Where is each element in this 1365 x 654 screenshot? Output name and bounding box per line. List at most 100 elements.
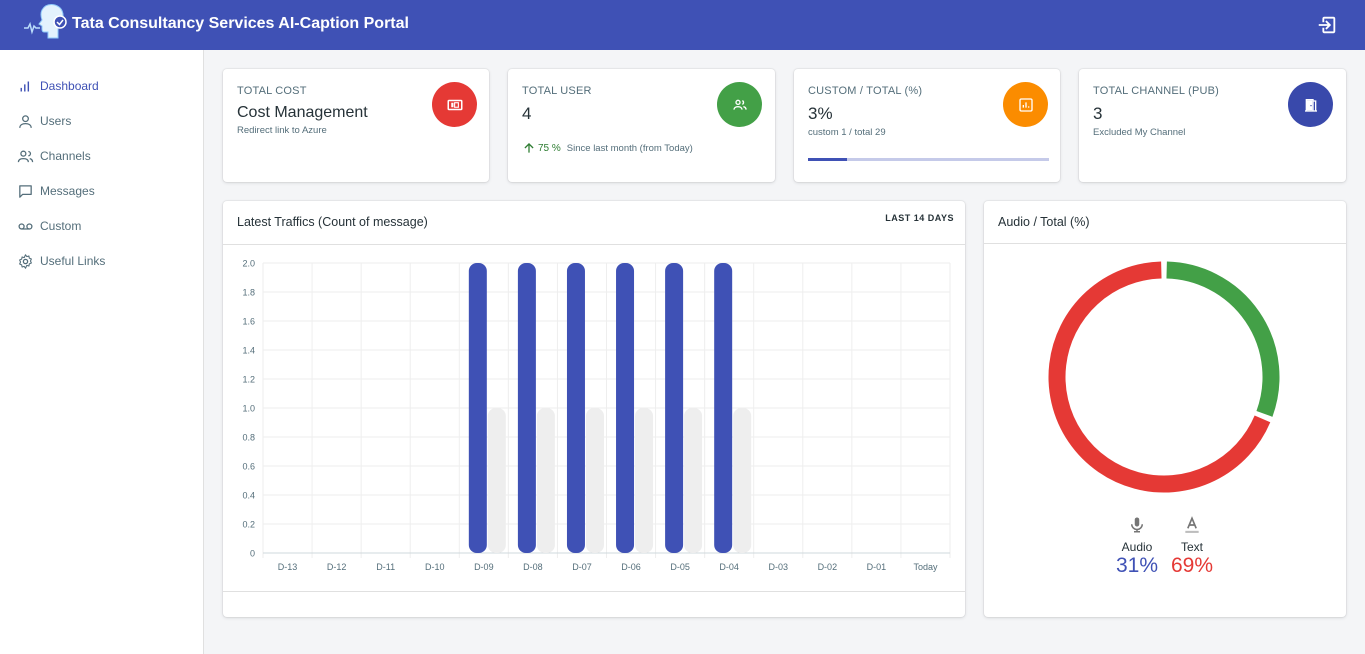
x-tick-label: D-05 bbox=[670, 562, 690, 572]
stat-subtext: Excluded My Channel bbox=[1093, 127, 1186, 138]
sidebar-item-channels[interactable]: Channels bbox=[17, 145, 91, 167]
stat-label: TOTAL USER bbox=[522, 85, 592, 97]
stat-label: CUSTOM / TOTAL (%) bbox=[808, 85, 923, 97]
trend-indicator: 75 % Since last month (from Today) bbox=[522, 141, 693, 155]
audio-total-panel: Audio / Total (%) Audio 31% Text 69% bbox=[984, 201, 1346, 617]
y-tick-label: 0 bbox=[250, 549, 255, 559]
bar bbox=[585, 408, 604, 553]
sidebar-item-label: Useful Links bbox=[40, 254, 106, 268]
x-tick-label: D-13 bbox=[278, 562, 298, 572]
bar-chart-icon bbox=[20, 81, 30, 91]
y-tick-label: 1.4 bbox=[242, 346, 255, 356]
divider bbox=[984, 243, 1346, 244]
x-tick-label: D-09 bbox=[474, 562, 494, 572]
legend-audio: Audio 31% bbox=[1112, 515, 1162, 578]
divider bbox=[223, 591, 965, 592]
x-tick-label: D-08 bbox=[523, 562, 543, 572]
people-icon bbox=[717, 82, 762, 127]
y-tick-label: 1.8 bbox=[242, 288, 255, 298]
sidebar: Dashboard Users Channels Messages Custom… bbox=[0, 50, 204, 654]
bar bbox=[665, 263, 684, 553]
y-tick-label: 1.2 bbox=[242, 375, 255, 385]
bar bbox=[536, 408, 555, 553]
donut-slice-audio bbox=[1166, 261, 1280, 417]
bar bbox=[635, 408, 654, 553]
legend-value: 31% bbox=[1115, 554, 1159, 577]
sidebar-item-users[interactable]: Users bbox=[17, 110, 71, 132]
bar bbox=[566, 263, 585, 553]
panel-title: Latest Traffics (Count of message) bbox=[237, 215, 428, 229]
x-tick-label: D-10 bbox=[425, 562, 445, 572]
stat-label: TOTAL COST bbox=[237, 85, 307, 97]
voicemail-icon bbox=[18, 222, 33, 230]
money-icon bbox=[432, 82, 477, 127]
app-title: Tata Consultancy Services AI-Caption Por… bbox=[72, 15, 409, 32]
microphone-icon bbox=[1131, 517, 1143, 533]
progress-bar bbox=[808, 158, 1049, 161]
sidebar-item-useful-links[interactable]: Useful Links bbox=[17, 250, 105, 272]
message-icon bbox=[19, 184, 32, 198]
bar bbox=[517, 263, 536, 553]
divider bbox=[223, 244, 965, 245]
custom-total-card: CUSTOM / TOTAL (%) 3% custom 1 / total 2… bbox=[794, 69, 1060, 182]
trend-percent: 75 % bbox=[538, 142, 561, 154]
stat-value: 4 bbox=[522, 104, 532, 123]
legend-text: Text 69% bbox=[1167, 515, 1217, 578]
legend-label: Audio bbox=[1121, 540, 1153, 554]
sidebar-item-label: Custom bbox=[40, 219, 82, 233]
x-tick-label: D-11 bbox=[376, 562, 395, 572]
total-user-card: TOTAL USER 4 75 % Since last month (from… bbox=[508, 69, 775, 182]
legend-label: Text bbox=[1180, 540, 1203, 554]
stat-value: 3 bbox=[1093, 104, 1103, 123]
bar bbox=[733, 408, 752, 553]
x-tick-label: D-07 bbox=[572, 562, 592, 572]
x-tick-label: D-02 bbox=[818, 562, 838, 572]
arrow-up-icon bbox=[524, 143, 534, 153]
audio-text-donut-chart bbox=[1048, 261, 1280, 493]
trend-caption: Since last month (from Today) bbox=[566, 142, 693, 154]
sidebar-item-label: Messages bbox=[40, 184, 95, 198]
gear-icon bbox=[19, 253, 32, 269]
total-channel-card: TOTAL CHANNEL (PUB) 3 Excluded My Channe… bbox=[1079, 69, 1346, 182]
sidebar-item-label: Users bbox=[40, 114, 72, 128]
sidebar-item-custom[interactable]: Custom bbox=[17, 215, 81, 237]
stat-subtext: custom 1 / total 29 bbox=[808, 127, 886, 138]
stat-label: TOTAL CHANNEL (PUB) bbox=[1093, 85, 1220, 97]
x-tick-label: D-12 bbox=[327, 562, 347, 572]
x-tick-label: D-01 bbox=[867, 562, 887, 572]
x-tick-label: D-04 bbox=[719, 562, 739, 572]
x-tick-label: Today bbox=[913, 562, 938, 572]
sidebar-item-messages[interactable]: Messages bbox=[17, 180, 95, 202]
traffic-chart-panel: Latest Traffics (Count of message) LAST … bbox=[223, 201, 965, 617]
x-tick-label: D-03 bbox=[768, 562, 788, 572]
y-tick-label: 0.2 bbox=[242, 520, 255, 530]
bar bbox=[616, 263, 635, 553]
legend-value: 69% bbox=[1170, 554, 1214, 577]
users-icon bbox=[17, 150, 34, 162]
stat-subtext: Redirect link to Azure bbox=[237, 125, 327, 136]
sidebar-item-label: Dashboard bbox=[40, 79, 99, 93]
sidebar-item-label: Channels bbox=[40, 149, 91, 163]
bar bbox=[487, 408, 506, 553]
y-tick-label: 2.0 bbox=[242, 259, 255, 269]
y-tick-label: 1.6 bbox=[242, 317, 255, 327]
y-tick-label: 1.0 bbox=[242, 404, 255, 414]
text-format-icon bbox=[1185, 516, 1199, 533]
y-tick-label: 0.6 bbox=[242, 462, 255, 472]
logout-icon[interactable] bbox=[1316, 14, 1338, 36]
logo-icon bbox=[24, 4, 67, 39]
progress-fill bbox=[808, 158, 847, 161]
total-cost-card[interactable]: TOTAL COST Cost Management Redirect link… bbox=[223, 69, 489, 182]
last-14-days-button[interactable]: LAST 14 DAYS bbox=[885, 213, 954, 223]
y-tick-label: 0.8 bbox=[242, 433, 255, 443]
sidebar-item-dashboard[interactable]: Dashboard bbox=[17, 75, 99, 97]
door-icon bbox=[1288, 82, 1333, 127]
panel-title: Audio / Total (%) bbox=[998, 215, 1090, 229]
cost-management-link[interactable]: Cost Management bbox=[237, 104, 368, 122]
bar bbox=[684, 408, 703, 553]
bar bbox=[468, 263, 487, 553]
y-tick-label: 0.4 bbox=[242, 491, 255, 501]
bar bbox=[714, 263, 733, 553]
chart-icon bbox=[1003, 82, 1048, 127]
x-tick-label: D-06 bbox=[621, 562, 641, 572]
